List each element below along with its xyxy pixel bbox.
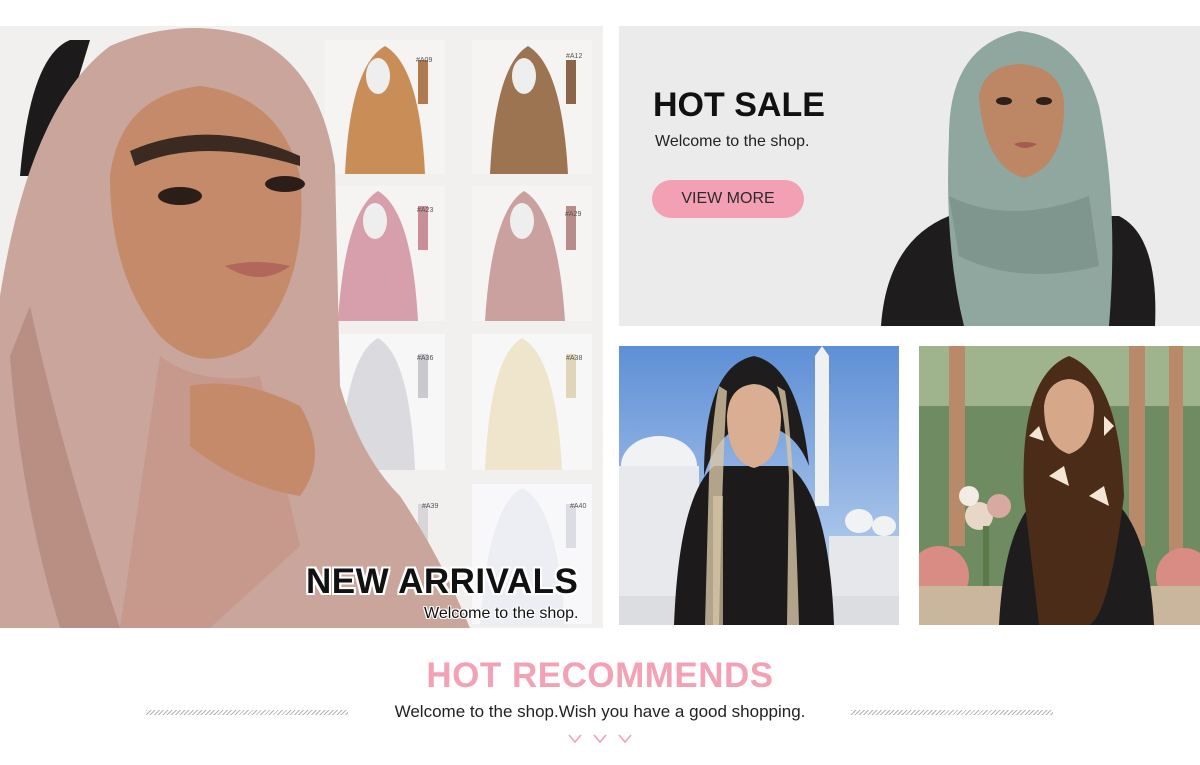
swatch-label: #A38 — [566, 355, 582, 362]
new-arrivals-title: NEW ARRIVALS — [306, 562, 579, 601]
chevron-down-icon — [568, 734, 632, 744]
hot-sale-banner: HOT SALE Welcome to the shop. VIEW MORE — [619, 26, 1200, 326]
hot-sale-photo — [619, 26, 1200, 326]
new-arrivals-banner[interactable]: #A09 #A12 #A23 #A29 #A36 #A38 #A39 #A40 … — [0, 26, 603, 628]
new-arrivals-photo: #A09 #A12 #A23 #A29 #A36 #A38 #A39 #A40 — [0, 26, 603, 628]
swatch-label: #A09 — [416, 57, 432, 64]
model-garden-photo — [919, 346, 1200, 625]
swatch-label: #A23 — [417, 207, 433, 214]
hot-sale-title: HOT SALE — [653, 86, 825, 124]
hot-recommends-title: HOT RECOMMENDS — [426, 656, 774, 695]
swatch-label: #A36 — [417, 355, 433, 362]
swatch-label: #A12 — [566, 53, 582, 60]
model-mosque-photo — [619, 346, 899, 625]
swatch-label: #A29 — [565, 211, 581, 218]
view-more-button[interactable]: VIEW MORE — [652, 180, 804, 218]
new-arrivals-subtitle: Welcome to the shop. — [424, 605, 579, 622]
decorative-divider — [851, 710, 1053, 715]
swatch-label: #A39 — [422, 503, 438, 510]
hot-sale-subtitle: Welcome to the shop. — [655, 133, 810, 150]
product-banner-mosque[interactable] — [619, 346, 899, 625]
product-banner-garden[interactable] — [919, 346, 1200, 625]
hot-recommends-section: HOT RECOMMENDS Welcome to the shop.Wish … — [0, 650, 1200, 765]
swatch-label: #A40 — [570, 503, 586, 510]
